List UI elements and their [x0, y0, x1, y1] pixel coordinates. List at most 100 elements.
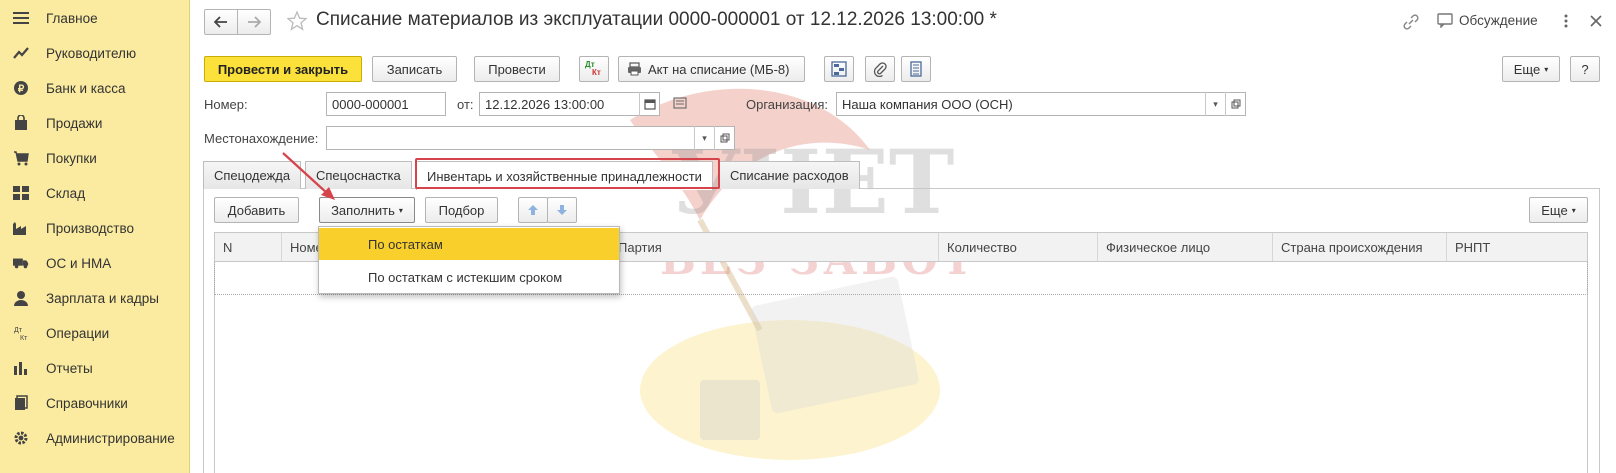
- more-vert-icon[interactable]: [1563, 13, 1569, 32]
- arrow-left-icon: [214, 16, 227, 28]
- more-button[interactable]: Еще ▾: [1502, 56, 1560, 82]
- list-icon[interactable]: [673, 97, 689, 114]
- sidebar-item-label: ОС и НМА: [46, 255, 112, 271]
- sidebar-item-label: Отчеты: [46, 360, 93, 376]
- column-header-batch[interactable]: Партия: [610, 233, 939, 261]
- open-icon[interactable]: [1225, 92, 1245, 116]
- calendar-icon[interactable]: [639, 92, 659, 116]
- svg-text:Дт: Дт: [14, 327, 23, 334]
- act-mb8-label: Акт на списание (МБ-8): [648, 61, 790, 77]
- sidebar-item-salary[interactable]: Зарплата и кадры: [0, 281, 190, 315]
- post-and-close-button[interactable]: Провести и закрыть: [204, 56, 362, 82]
- column-header-rnpt[interactable]: РНПТ: [1447, 233, 1587, 261]
- move-down-button[interactable]: [547, 197, 577, 223]
- sidebar-item-label: Склад: [46, 185, 86, 201]
- sidebar-item-production[interactable]: Производство: [0, 211, 190, 245]
- select-button[interactable]: Подбор: [425, 197, 498, 223]
- discussion-button[interactable]: Обсуждение: [1437, 13, 1538, 28]
- sidebar-item-label: Администрирование: [46, 430, 175, 446]
- save-button[interactable]: Записать: [372, 56, 457, 82]
- tab-inventory[interactable]: Инвентарь и хозяйственные принадлежности: [416, 161, 713, 190]
- bar-chart-icon: [13, 360, 29, 376]
- forward-button[interactable]: [237, 9, 271, 35]
- column-header-country[interactable]: Страна происхождения: [1273, 233, 1447, 261]
- arrow-right-icon: [248, 16, 261, 28]
- open-icon[interactable]: [714, 126, 734, 150]
- chevron-down-icon: ▾: [1571, 205, 1576, 215]
- chevron-down-icon[interactable]: ▾: [694, 126, 714, 150]
- sidebar: Главное Руководителю ₽ Банк и касса Прод…: [0, 0, 190, 473]
- close-icon[interactable]: [1589, 14, 1603, 31]
- dt-kt-icon: Дт Кт: [585, 60, 603, 78]
- organization-label: Организация:: [746, 97, 829, 112]
- organization-value: Наша компания ООО (ОСН): [842, 96, 1013, 112]
- structure-button[interactable]: [824, 56, 854, 82]
- sidebar-item-label: Операции: [46, 325, 110, 341]
- sidebar-item-main[interactable]: Главное: [0, 1, 190, 35]
- column-header-n[interactable]: N: [215, 233, 282, 261]
- number-field[interactable]: 0000-000001: [326, 92, 446, 116]
- svg-text:Кт: Кт: [20, 335, 28, 341]
- report-button[interactable]: [901, 56, 931, 82]
- help-button[interactable]: ?: [1570, 56, 1600, 82]
- chevron-down-icon: ▾: [1544, 64, 1549, 74]
- sidebar-item-label: Зарплата и кадры: [46, 290, 159, 306]
- more-label: Еще: [1513, 61, 1541, 77]
- location-label: Местонахождение:: [204, 131, 319, 146]
- fill-dropdown-menu: По остаткам По остаткам с истекшим сроко…: [318, 226, 620, 294]
- column-header-person[interactable]: Физическое лицо: [1098, 233, 1273, 261]
- sidebar-item-assets[interactable]: ОС и НМА: [0, 246, 190, 280]
- sidebar-item-warehouse[interactable]: Склад: [0, 176, 190, 210]
- date-value: 12.12.2026 13:00:00: [485, 96, 605, 112]
- sidebar-item-purchases[interactable]: Покупки: [0, 141, 190, 175]
- annotation-arrow: [280, 150, 340, 208]
- cart-icon: [13, 150, 29, 166]
- printer-icon: [628, 62, 641, 76]
- factory-icon: [13, 220, 29, 236]
- tab-expense-writeoff[interactable]: Списание расходов: [719, 161, 860, 189]
- sidebar-item-label: Производство: [46, 220, 135, 236]
- person-icon: [13, 290, 29, 306]
- date-field[interactable]: 12.12.2026 13:00:00: [479, 92, 660, 116]
- attach-button[interactable]: [865, 56, 895, 82]
- chevron-down-icon[interactable]: ▾: [1205, 92, 1225, 116]
- column-header-quantity[interactable]: Количество: [939, 233, 1098, 261]
- number-label: Номер:: [204, 97, 248, 112]
- arrow-up-icon: [528, 205, 538, 215]
- move-up-button[interactable]: [518, 197, 548, 223]
- sidebar-item-label: Продажи: [46, 115, 103, 131]
- svg-text:₽: ₽: [18, 84, 25, 95]
- fill-label: Заполнить: [331, 202, 395, 218]
- paperclip-icon: [873, 62, 887, 77]
- dt-kt-button[interactable]: Дт Кт: [579, 56, 609, 82]
- act-mb8-button[interactable]: Акт на списание (МБ-8): [618, 56, 805, 82]
- chat-icon: [1437, 13, 1453, 28]
- sidebar-item-admin[interactable]: Администрирование: [0, 421, 190, 455]
- warehouse-icon: [13, 185, 29, 201]
- sidebar-item-references[interactable]: Справочники: [0, 386, 190, 420]
- organization-field[interactable]: Наша компания ООО (ОСН) ▾: [836, 92, 1246, 116]
- table-more-button[interactable]: Еще ▾: [1529, 197, 1588, 223]
- post-button[interactable]: Провести: [474, 56, 560, 82]
- location-field[interactable]: ▾: [326, 126, 735, 150]
- sidebar-item-manager[interactable]: Руководителю: [0, 36, 190, 70]
- sidebar-item-label: Покупки: [46, 150, 97, 166]
- back-button[interactable]: [204, 9, 238, 35]
- discussion-label: Обсуждение: [1459, 13, 1538, 28]
- page-title: Списание материалов из эксплуатации 0000…: [316, 9, 997, 30]
- trend-icon: [13, 45, 29, 61]
- menu-item-by-balances[interactable]: По остаткам: [319, 228, 619, 260]
- chevron-down-icon: ▾: [398, 205, 403, 215]
- sidebar-item-reports[interactable]: Отчеты: [0, 351, 190, 385]
- favorite-star-icon[interactable]: [286, 10, 308, 34]
- bag-icon: [13, 115, 29, 131]
- document-list-icon: [910, 61, 922, 77]
- menu-item-by-expired-balances[interactable]: По остаткам с истекшим сроком: [319, 261, 619, 293]
- sidebar-item-operations[interactable]: Дт Кт Операции: [0, 316, 190, 350]
- link-icon[interactable]: [1402, 13, 1420, 34]
- structure-icon: [831, 61, 847, 77]
- truck-icon: [13, 255, 29, 271]
- sidebar-item-label: Банк и касса: [46, 80, 126, 96]
- sidebar-item-bank[interactable]: ₽ Банк и касса: [0, 71, 190, 105]
- sidebar-item-sales[interactable]: Продажи: [0, 106, 190, 140]
